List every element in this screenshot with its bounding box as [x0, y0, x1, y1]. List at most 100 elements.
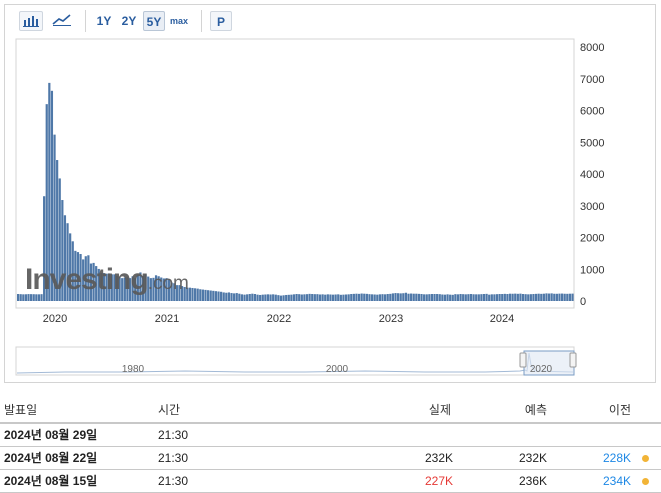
data-bar	[235, 293, 238, 301]
data-bar	[503, 293, 506, 301]
header-forecast[interactable]: 예측	[525, 398, 547, 422]
data-bar	[261, 294, 264, 301]
data-bar	[256, 294, 259, 301]
data-bar	[352, 293, 355, 301]
chart-panel: 1Y 2Y 5Y max P 8000 7000 6000 5000 4000 3000 2…	[4, 4, 656, 383]
data-bar	[514, 293, 517, 301]
data-bar	[407, 293, 410, 301]
header-previous[interactable]: 이전	[609, 398, 631, 422]
data-bar	[238, 293, 241, 301]
data-bar	[542, 293, 545, 301]
data-bar	[425, 294, 428, 301]
data-bar	[482, 294, 486, 301]
row-actual: 232K	[424, 451, 453, 465]
row-forecast: 236K	[518, 474, 547, 488]
data-bar	[469, 294, 473, 301]
row-time: 21:30	[158, 428, 189, 442]
data-bar	[188, 287, 191, 301]
y-tick-label: 8000	[580, 42, 604, 54]
data-bar	[477, 294, 480, 301]
data-bar	[266, 294, 270, 301]
data-bar	[446, 294, 449, 301]
row-time: 21:30	[158, 474, 189, 488]
data-bar	[433, 294, 436, 301]
data-bar	[279, 295, 283, 301]
data-bar	[347, 294, 350, 301]
x-tick-label: 2020	[43, 313, 67, 325]
row-date: 2024년 08월 29일	[4, 428, 98, 442]
data-bar	[394, 293, 397, 301]
data-bar	[253, 294, 257, 301]
data-bar	[553, 293, 556, 301]
data-bar	[251, 293, 254, 301]
row-previous: 234K	[602, 474, 631, 488]
data-bar	[350, 294, 353, 301]
data-bar	[225, 292, 228, 301]
data-bar	[355, 293, 358, 301]
data-bar	[326, 294, 329, 301]
table-header-row: 발표일 시간 실제 예측 이전	[0, 398, 661, 424]
header-date[interactable]: 발표일	[4, 398, 37, 422]
x-tick-label: 2021	[155, 313, 179, 325]
data-bar	[524, 294, 527, 301]
data-bar	[441, 294, 444, 301]
data-bar	[308, 293, 311, 301]
data-bar	[571, 293, 574, 301]
navigator-tick-label: 2000	[326, 364, 349, 375]
data-bar	[305, 294, 309, 301]
data-bar	[521, 294, 525, 301]
data-bar	[506, 294, 509, 301]
data-bar	[456, 294, 460, 301]
data-bar	[534, 293, 538, 301]
y-tick-label: 0	[580, 296, 586, 308]
table-row: 2024년 08월 22일 21:30 232K 232K 228K	[0, 447, 661, 470]
data-bar	[412, 293, 415, 301]
data-bar	[318, 294, 322, 301]
data-bar	[519, 293, 522, 301]
data-bar	[290, 294, 293, 301]
data-bar	[560, 293, 564, 301]
data-bar	[373, 294, 376, 301]
data-bar	[207, 290, 210, 301]
data-bar	[274, 294, 277, 301]
data-bar	[212, 290, 215, 301]
header-time[interactable]: 시간	[158, 398, 180, 422]
data-bar	[287, 294, 290, 301]
data-bar	[545, 293, 548, 301]
chart-plot: 8000 7000 6000 5000 4000 3000 2000 1000 0 2020 202…	[15, 38, 604, 376]
y-tick-label: 2000	[580, 233, 604, 245]
row-time: 21:30	[158, 451, 189, 465]
y-tick-label: 4000	[580, 169, 604, 181]
data-bar	[240, 294, 244, 301]
data-bar	[329, 294, 332, 301]
data-bar	[438, 294, 441, 301]
data-bar	[501, 294, 504, 301]
data-bar	[462, 294, 465, 301]
investing-watermark-logo: Investing.com	[25, 263, 189, 297]
previous-status-dot-icon	[642, 455, 649, 462]
navigator-tick-label: 2020	[530, 364, 553, 375]
data-bar	[246, 294, 249, 301]
data-bar	[370, 294, 374, 301]
data-bar	[220, 291, 223, 301]
data-bar	[344, 294, 348, 301]
data-bar	[209, 290, 212, 301]
data-bar	[399, 293, 402, 301]
data-bar	[516, 293, 519, 301]
data-bar	[467, 294, 470, 301]
data-bar	[321, 294, 324, 301]
data-bar	[292, 294, 296, 301]
data-bar	[227, 292, 231, 301]
data-bar	[480, 294, 483, 301]
data-bar	[331, 294, 335, 301]
navigator-frame	[15, 346, 575, 376]
data-bar	[490, 294, 493, 301]
data-bar	[537, 293, 540, 301]
data-bar	[204, 289, 207, 301]
y-tick-label: 5000	[580, 137, 604, 149]
data-bar	[423, 294, 426, 301]
navigator-right-handle-icon	[569, 352, 577, 368]
data-bar	[191, 287, 194, 301]
header-actual[interactable]: 실제	[429, 398, 451, 422]
data-bar	[363, 293, 366, 301]
